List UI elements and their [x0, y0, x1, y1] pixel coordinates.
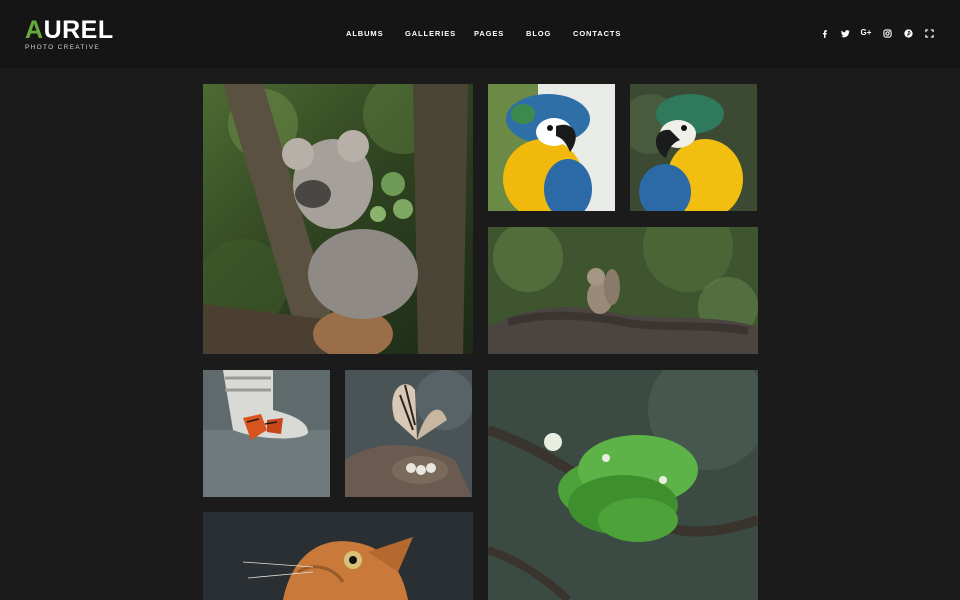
photo-butterfly-shoe[interactable] — [203, 370, 330, 497]
photo-koala[interactable] — [203, 84, 473, 354]
main-nav: ALBUMS GALLERIES PAGES BLOG CONTACTS — [0, 29, 960, 41]
instagram-icon[interactable] — [882, 28, 892, 38]
butterfly-nest-image — [345, 370, 472, 497]
nav-item-pages[interactable]: PAGES — [474, 29, 504, 38]
cat-image — [203, 512, 473, 600]
photo-green-snake[interactable] — [488, 370, 758, 600]
fullscreen-icon[interactable] — [924, 28, 934, 38]
site-header: AUREL PHOTO CREATIVE ALBUMS GALLERIES PA… — [0, 0, 960, 68]
parrot-image — [488, 84, 615, 211]
photo-squirrel[interactable] — [488, 227, 758, 354]
koala-image — [203, 84, 473, 354]
green-snake-image — [488, 370, 758, 600]
photo-parrot-2[interactable] — [630, 84, 757, 211]
photo-parrot-1[interactable] — [488, 84, 615, 211]
twitter-icon[interactable] — [840, 28, 850, 38]
nav-item-contacts[interactable]: CONTACTS — [573, 29, 621, 38]
nav-item-galleries[interactable]: GALLERIES — [405, 29, 456, 38]
nav-item-albums[interactable]: ALBUMS — [346, 29, 383, 38]
photo-cat[interactable] — [203, 512, 473, 600]
parrot-image — [630, 84, 757, 211]
social-links: G+ — [819, 27, 934, 39]
butterfly-shoe-image — [203, 370, 330, 497]
logo-tagline: PHOTO CREATIVE — [25, 44, 101, 51]
facebook-icon[interactable] — [819, 28, 829, 38]
pinterest-icon[interactable] — [903, 28, 913, 38]
squirrel-image — [488, 227, 758, 354]
nav-item-blog[interactable]: BLOG — [526, 29, 551, 38]
google-plus-icon[interactable]: G+ — [861, 28, 872, 38]
photo-butterfly-nest[interactable] — [345, 370, 472, 497]
